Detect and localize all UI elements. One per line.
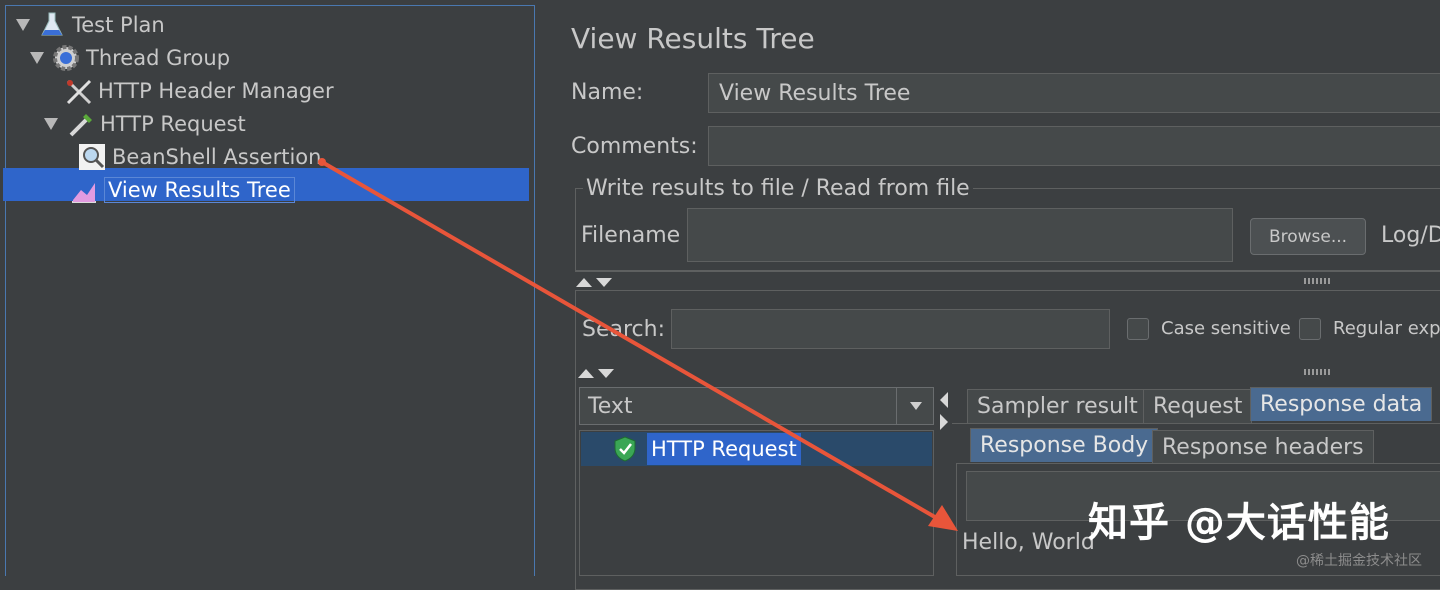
annotation-arrow [318, 158, 958, 531]
